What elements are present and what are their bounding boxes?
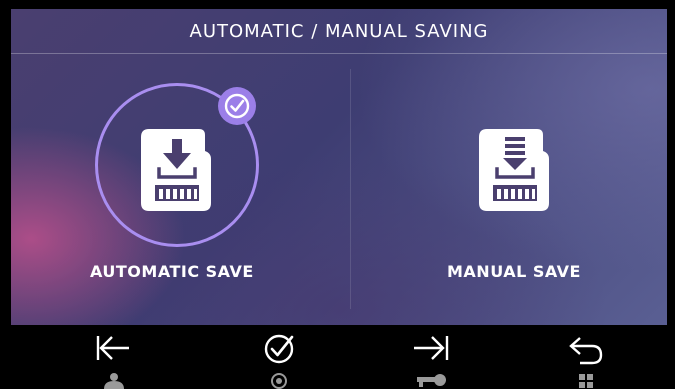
- check-badge-icon: [218, 87, 256, 125]
- sd-card-download-icon: [141, 129, 211, 211]
- screen: AUTOMATIC / MANUAL SAVING AUTOMATIC SAVE: [11, 9, 667, 325]
- automatic-save-option[interactable]: AUTOMATIC SAVE: [11, 57, 350, 325]
- person-icon: [104, 373, 124, 389]
- check-circle-icon: [264, 334, 294, 389]
- next-button[interactable]: [391, 325, 471, 389]
- sd-card-download-list-icon: [479, 129, 549, 211]
- back-arrow-icon: [569, 337, 603, 388]
- confirm-button[interactable]: [239, 325, 319, 389]
- manual-save-label: MANUAL SAVE: [447, 262, 581, 281]
- arrow-left-bar-icon: [96, 336, 129, 389]
- arrow-right-bar-icon: [414, 336, 449, 387]
- title-bar: AUTOMATIC / MANUAL SAVING: [11, 9, 667, 54]
- back-button[interactable]: [546, 325, 626, 389]
- page-title: AUTOMATIC / MANUAL SAVING: [189, 20, 489, 42]
- automatic-save-label: AUTOMATIC SAVE: [90, 262, 254, 281]
- grid-icon: [579, 374, 593, 388]
- previous-button[interactable]: [74, 325, 154, 389]
- key-icon: [417, 374, 446, 387]
- circle-dot-icon: [271, 373, 287, 389]
- manual-save-option[interactable]: MANUAL SAVE: [351, 57, 667, 325]
- footer-bar: [0, 325, 675, 389]
